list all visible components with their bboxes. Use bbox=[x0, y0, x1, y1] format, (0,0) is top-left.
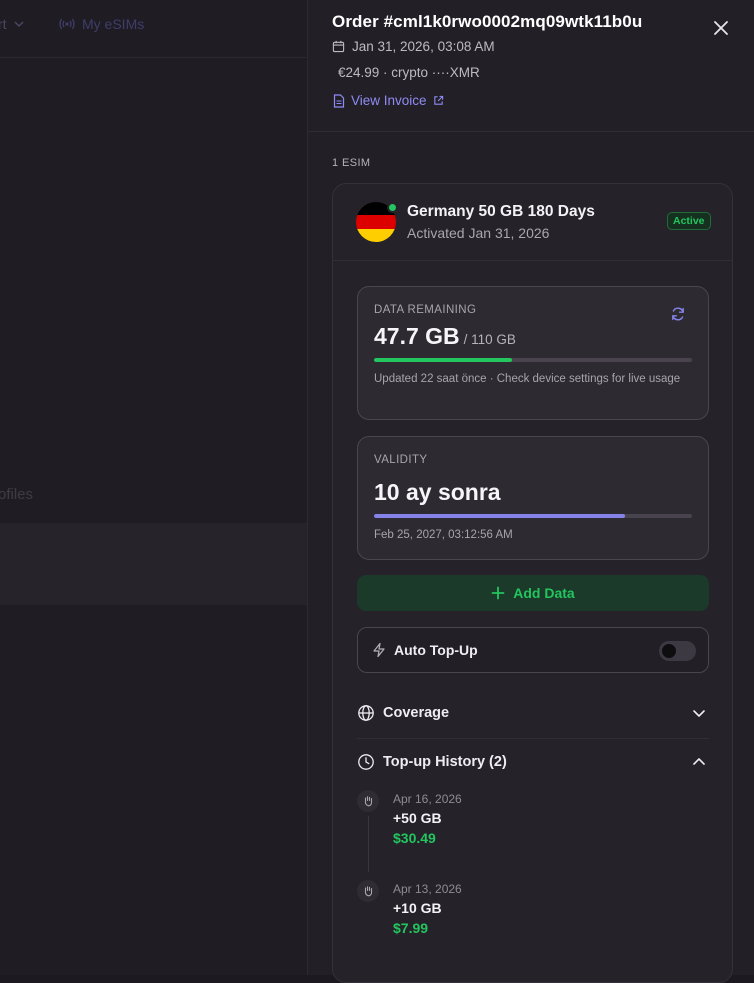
order-drawer: Order #cml1k0rwo0002mq09wtk11b0u Jan 31,… bbox=[307, 0, 754, 983]
clock-icon bbox=[358, 754, 374, 770]
order-title: Order #cml1k0rwo0002mq09wtk11b0u bbox=[332, 12, 643, 31]
chevron-down-icon bbox=[693, 710, 705, 717]
data-remaining-amount: 47.7 GB bbox=[374, 323, 460, 349]
topup-history-item: Apr 16, 2026 +50 GB $30.49 bbox=[357, 790, 709, 872]
validity-progress-fill bbox=[374, 514, 626, 518]
validity-label: VALIDITY bbox=[374, 454, 428, 466]
topup-history-label: Top-up History (2) bbox=[383, 754, 507, 770]
timeline-line bbox=[367, 816, 369, 872]
data-progress-fill bbox=[374, 358, 512, 362]
order-date: Jan 31, 2026, 03:08 AM bbox=[352, 39, 495, 54]
auto-topup-label: Auto Top-Up bbox=[394, 642, 478, 658]
order-price: €24.99 · crypto ····XMR bbox=[338, 65, 480, 80]
coverage-section-header[interactable]: Coverage bbox=[357, 701, 709, 725]
esim-count: 1 ESIM bbox=[332, 157, 371, 169]
topup-amount: +50 GB bbox=[393, 810, 442, 826]
topup-amount: +10 GB bbox=[393, 900, 442, 916]
validity-expiry: Feb 25, 2027, 03:12:56 AM bbox=[374, 529, 513, 541]
hand-icon bbox=[357, 790, 379, 812]
topup-history-section-header[interactable]: Top-up History (2) bbox=[357, 750, 709, 774]
background-text: ofiles bbox=[0, 486, 34, 503]
esim-activated-date: Activated Jan 31, 2026 bbox=[407, 225, 550, 241]
background-row bbox=[0, 523, 307, 605]
section-divider bbox=[357, 738, 709, 739]
view-invoice-label: View Invoice bbox=[351, 93, 427, 108]
esim-header: Germany 50 GB 180 Days Activated Jan 31,… bbox=[333, 184, 732, 261]
validity-progress-bar bbox=[374, 514, 692, 518]
data-updated-note: Updated 22 saat önce · Check device sett… bbox=[374, 373, 681, 385]
validity-value: 10 ay sonra bbox=[374, 479, 501, 505]
toggle-knob bbox=[662, 644, 676, 658]
order-date-row: Jan 31, 2026, 03:08 AM bbox=[332, 39, 495, 54]
online-indicator bbox=[387, 202, 398, 213]
signal-icon bbox=[59, 18, 75, 30]
validity-panel: VALIDITY 10 ay sonra Feb 25, 2027, 03:12… bbox=[357, 436, 709, 560]
close-button[interactable] bbox=[711, 18, 731, 38]
background-nav: rt My eSIMs bbox=[0, 0, 307, 58]
topup-date: Apr 16, 2026 bbox=[393, 792, 462, 806]
add-data-button[interactable]: Add Data bbox=[357, 575, 709, 611]
data-remaining-panel: DATA REMAINING 47.7 GB/ 110 GB Updated 2… bbox=[357, 286, 709, 420]
hand-icon bbox=[357, 880, 379, 902]
data-total: / 110 GB bbox=[463, 332, 516, 347]
chevron-down-icon bbox=[14, 21, 24, 28]
nav-item-my-esims-label: My eSIMs bbox=[82, 16, 145, 32]
nav-item-support-label: rt bbox=[0, 16, 7, 32]
order-price-row: €24.99 · crypto ····XMR bbox=[338, 65, 480, 80]
topup-price: $30.49 bbox=[393, 830, 436, 846]
flag-stripe bbox=[356, 228, 396, 242]
add-data-label: Add Data bbox=[513, 585, 575, 601]
nav-item-my-esims[interactable]: My eSIMs bbox=[58, 16, 144, 32]
lightning-icon bbox=[373, 642, 385, 658]
plus-icon bbox=[491, 586, 505, 600]
data-remaining-label: DATA REMAINING bbox=[374, 304, 477, 316]
esim-card: Germany 50 GB 180 Days Activated Jan 31,… bbox=[332, 183, 733, 983]
view-invoice-link[interactable]: View Invoice bbox=[333, 93, 444, 108]
topup-price: $7.99 bbox=[393, 920, 429, 936]
document-icon bbox=[333, 93, 345, 108]
status-badge: Active bbox=[667, 212, 711, 230]
data-remaining-value: 47.7 GB/ 110 GB bbox=[374, 323, 516, 350]
topup-history-item: Apr 13, 2026 +10 GB $7.99 bbox=[357, 880, 709, 950]
auto-topup-row: Auto Top-Up bbox=[357, 627, 709, 673]
refresh-icon bbox=[672, 307, 684, 321]
flag-stripe bbox=[356, 215, 396, 229]
refresh-button[interactable] bbox=[670, 306, 688, 324]
background-page: rt My eSIMs ofiles bbox=[0, 0, 307, 975]
globe-icon bbox=[358, 705, 374, 721]
data-progress-bar bbox=[374, 358, 692, 362]
calendar-icon bbox=[332, 40, 345, 53]
close-icon bbox=[714, 21, 728, 35]
coverage-label: Coverage bbox=[383, 705, 450, 721]
external-link-icon bbox=[433, 95, 443, 105]
auto-topup-toggle[interactable] bbox=[659, 641, 696, 661]
drawer-header: Order #cml1k0rwo0002mq09wtk11b0u Jan 31,… bbox=[308, 0, 754, 132]
nav-item-support[interactable]: rt bbox=[0, 16, 25, 32]
chevron-up-icon bbox=[693, 758, 705, 765]
esim-plan-name: Germany 50 GB 180 Days bbox=[407, 203, 595, 220]
topup-date: Apr 13, 2026 bbox=[393, 882, 462, 896]
